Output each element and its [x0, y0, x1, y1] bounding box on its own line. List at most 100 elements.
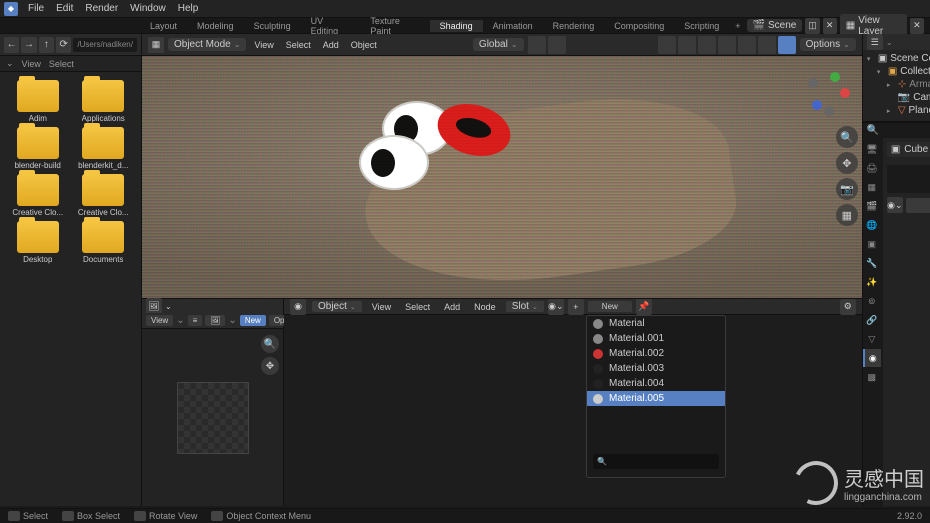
- tab-sculpting[interactable]: Sculpting: [244, 20, 301, 32]
- props-breadcrumb[interactable]: ▣ Cube 📌: [887, 142, 930, 157]
- mat-browse-icon[interactable]: ◉⌄: [887, 197, 903, 213]
- material-option[interactable]: Material.002: [587, 346, 725, 361]
- tab-rendering[interactable]: Rendering: [543, 20, 605, 32]
- vp-select[interactable]: Select: [282, 40, 315, 50]
- options-dropdown[interactable]: Options: [800, 38, 856, 51]
- tab-compositing[interactable]: Compositing: [604, 20, 674, 32]
- tab-scripting[interactable]: Scripting: [674, 20, 729, 32]
- tab-physics-icon[interactable]: ⊚: [863, 292, 881, 310]
- shading-matprev-icon[interactable]: [758, 36, 776, 54]
- tab-particles-icon[interactable]: ✨: [863, 273, 881, 291]
- outliner-row[interactable]: ▸⊹Armature👁▢: [865, 78, 930, 91]
- outliner-caret-icon[interactable]: ⌄: [886, 38, 893, 47]
- material-option-selected[interactable]: Material.005: [587, 391, 725, 406]
- nav-gizmo[interactable]: [802, 66, 852, 116]
- tab-layout[interactable]: Layout: [140, 20, 187, 32]
- tab-scene-icon[interactable]: 🎬: [863, 197, 881, 215]
- caret-icon[interactable]: ⌄: [165, 302, 172, 311]
- node-canvas[interactable]: [284, 315, 862, 506]
- shading-solid-icon[interactable]: [738, 36, 756, 54]
- axis-y-icon[interactable]: [830, 72, 840, 82]
- tab-mesh-icon[interactable]: ▽: [863, 330, 881, 348]
- material-slot-list[interactable]: [887, 165, 930, 193]
- 3d-viewport[interactable]: 🔍 ✥ 📷 ▦: [142, 56, 862, 298]
- snap-icon[interactable]: [528, 36, 546, 54]
- scene-delete-icon[interactable]: ✕: [823, 18, 837, 34]
- blender-logo-icon[interactable]: ◆: [4, 2, 18, 16]
- pin-icon[interactable]: 📌: [636, 299, 652, 315]
- mode-dropdown[interactable]: Object Mode: [168, 38, 246, 51]
- nav-up-icon[interactable]: ↑: [39, 37, 54, 53]
- tab-object-icon[interactable]: ▣: [863, 235, 881, 253]
- scene-new-icon[interactable]: ◫: [805, 18, 819, 34]
- fb-select[interactable]: Select: [49, 59, 74, 69]
- menu-file[interactable]: File: [22, 1, 50, 16]
- material-option[interactable]: Material.004: [587, 376, 725, 391]
- ne-select[interactable]: Select: [401, 302, 434, 312]
- perspective-icon[interactable]: ▦: [836, 204, 858, 226]
- tab-shading[interactable]: Shading: [430, 20, 483, 32]
- axis-z-icon[interactable]: [812, 100, 822, 110]
- uv-grid[interactable]: [177, 382, 249, 454]
- material-new-button[interactable]: New: [906, 198, 930, 213]
- folder-item[interactable]: Creative Clo...: [6, 174, 70, 217]
- xray-icon[interactable]: [698, 36, 716, 54]
- material-add-icon[interactable]: +: [568, 299, 584, 315]
- gizmo-toggle-icon[interactable]: [658, 36, 676, 54]
- axis-neg-icon[interactable]: [808, 78, 818, 88]
- tab-viewlayer-icon[interactable]: ▦: [863, 178, 881, 196]
- folder-item[interactable]: Desktop: [6, 221, 70, 264]
- vp-add[interactable]: Add: [319, 40, 343, 50]
- folder-item[interactable]: Adim: [6, 80, 70, 123]
- tab-modifier-icon[interactable]: 🔧: [863, 254, 881, 272]
- tab-texture-icon[interactable]: ▩: [863, 368, 881, 386]
- menu-edit[interactable]: Edit: [50, 1, 79, 16]
- folder-item[interactable]: Creative Clo...: [72, 174, 136, 217]
- folder-item[interactable]: Documents: [72, 221, 136, 264]
- folder-item[interactable]: blender-build: [6, 127, 70, 170]
- tab-animation[interactable]: Animation: [483, 20, 543, 32]
- tab-world-icon[interactable]: 🌐: [863, 216, 881, 234]
- tab-render-icon[interactable]: 🖥: [863, 140, 881, 158]
- ne-view[interactable]: View: [368, 302, 395, 312]
- viewlayer-delete-icon[interactable]: ✕: [910, 18, 924, 34]
- image-link-icon[interactable]: 🖼: [205, 315, 225, 326]
- menu-window[interactable]: Window: [124, 1, 172, 16]
- outliner-type-icon[interactable]: ☰: [867, 34, 883, 50]
- outliner-row[interactable]: ▸▽Plane👁▢: [865, 104, 930, 117]
- material-search-input[interactable]: [593, 454, 719, 469]
- tab-material-icon[interactable]: ◉: [863, 349, 881, 367]
- outliner-row[interactable]: 📷Camera👁▢: [865, 91, 930, 104]
- ne-node[interactable]: Node: [470, 302, 500, 312]
- shading-wire-icon[interactable]: [718, 36, 736, 54]
- axis-x-icon[interactable]: [840, 88, 850, 98]
- ie-pan-icon[interactable]: ✥: [261, 357, 279, 375]
- ie-view[interactable]: View: [146, 315, 173, 326]
- material-browse-icon[interactable]: ◉⌄: [548, 299, 564, 315]
- list-icon[interactable]: ≡: [188, 315, 203, 326]
- material-option[interactable]: Material.003: [587, 361, 725, 376]
- fb-caret-icon[interactable]: ⌄: [6, 58, 14, 69]
- nav-fwd-icon[interactable]: →: [21, 37, 36, 53]
- image-editor-type-icon[interactable]: 🖼: [146, 298, 162, 314]
- folder-item[interactable]: blenderkit_d...: [72, 127, 136, 170]
- vp-object[interactable]: Object: [347, 40, 381, 50]
- vp-view[interactable]: View: [250, 40, 277, 50]
- overlay-toggle-icon[interactable]: [678, 36, 696, 54]
- node-editor-type-icon[interactable]: ◉: [290, 299, 306, 315]
- zoom-icon[interactable]: 🔍: [836, 126, 858, 148]
- proportional-icon[interactable]: [548, 36, 566, 54]
- ie-zoom-icon[interactable]: 🔍: [261, 335, 279, 353]
- nav-back-icon[interactable]: ←: [4, 37, 19, 53]
- folder-item[interactable]: Applications: [72, 80, 136, 123]
- tab-constraint-icon[interactable]: 🔗: [863, 311, 881, 329]
- scene-selector[interactable]: 🎬 Scene: [747, 19, 803, 32]
- nav-refresh-icon[interactable]: ⟳: [56, 37, 71, 53]
- ie-caret2-icon[interactable]: ⌄: [228, 315, 236, 326]
- search-input[interactable]: [882, 125, 930, 136]
- move-view-icon[interactable]: ✥: [836, 152, 858, 174]
- material-option[interactable]: Material.001: [587, 331, 725, 346]
- slot-dropdown[interactable]: Slot ⌄: [506, 301, 544, 312]
- node-type-dropdown[interactable]: Object ⌄: [312, 301, 362, 312]
- editor-type-icon[interactable]: ▦: [148, 37, 164, 53]
